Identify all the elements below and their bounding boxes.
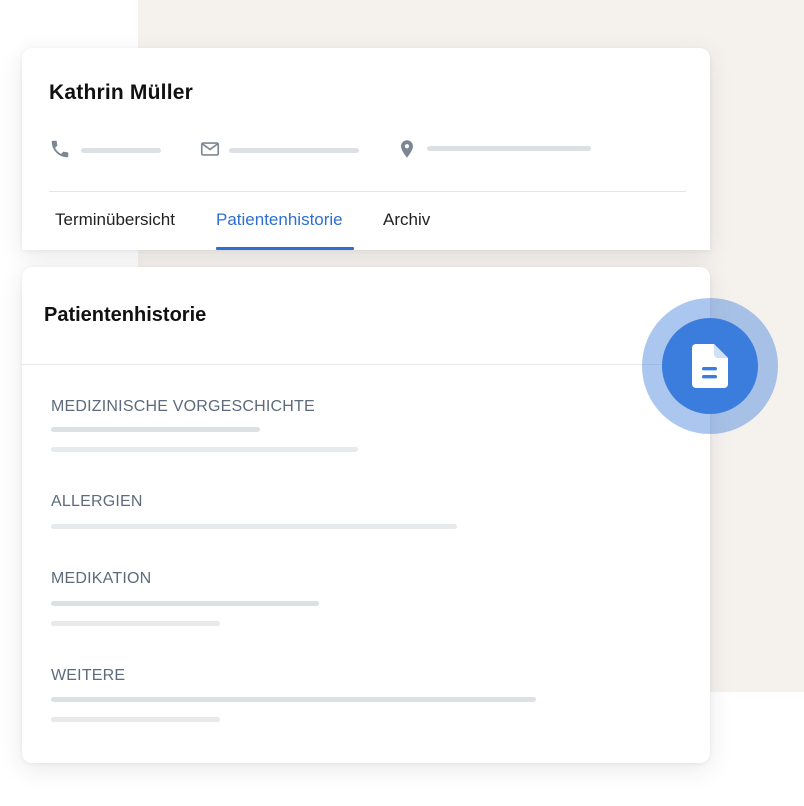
address-placeholder bbox=[427, 146, 591, 151]
placeholder-line bbox=[51, 447, 358, 452]
placeholder-line bbox=[51, 524, 457, 529]
patient-name: Kathrin Müller bbox=[49, 81, 193, 104]
placeholder-line bbox=[51, 697, 536, 702]
tab-terminuebersicht[interactable]: Terminübersicht bbox=[55, 210, 175, 230]
email-placeholder bbox=[229, 148, 359, 153]
tab-patientenhistorie[interactable]: Patientenhistorie bbox=[216, 210, 343, 230]
document-badge[interactable] bbox=[642, 298, 778, 434]
history-divider bbox=[22, 364, 710, 365]
mail-icon bbox=[199, 138, 221, 160]
section-label-medical-history: MEDIZINISCHE VORGESCHICHTE bbox=[51, 398, 315, 415]
history-title: Patientenhistorie bbox=[44, 304, 207, 326]
section-label-allergies: ALLERGIEN bbox=[51, 493, 143, 510]
header-divider bbox=[49, 191, 686, 192]
phone-placeholder bbox=[81, 148, 161, 153]
placeholder-line bbox=[51, 621, 220, 626]
patient-history-card: Patientenhistorie MEDIZINISCHE VORGESCHI… bbox=[22, 267, 710, 763]
section-label-medication: MEDIKATION bbox=[51, 570, 152, 587]
tab-archiv[interactable]: Archiv bbox=[383, 210, 430, 230]
placeholder-line bbox=[51, 601, 319, 606]
active-tab-indicator bbox=[216, 247, 354, 250]
phone-icon bbox=[49, 138, 71, 160]
location-pin-icon bbox=[396, 138, 418, 160]
placeholder-line bbox=[51, 717, 220, 722]
section-label-other: WEITERE bbox=[51, 667, 126, 684]
document-badge-inner bbox=[662, 318, 758, 414]
contact-info-row bbox=[49, 138, 669, 162]
document-icon bbox=[692, 344, 728, 388]
patient-header-card: Kathrin Müller Terminübersicht Patienten… bbox=[22, 48, 710, 250]
placeholder-line bbox=[51, 427, 260, 432]
